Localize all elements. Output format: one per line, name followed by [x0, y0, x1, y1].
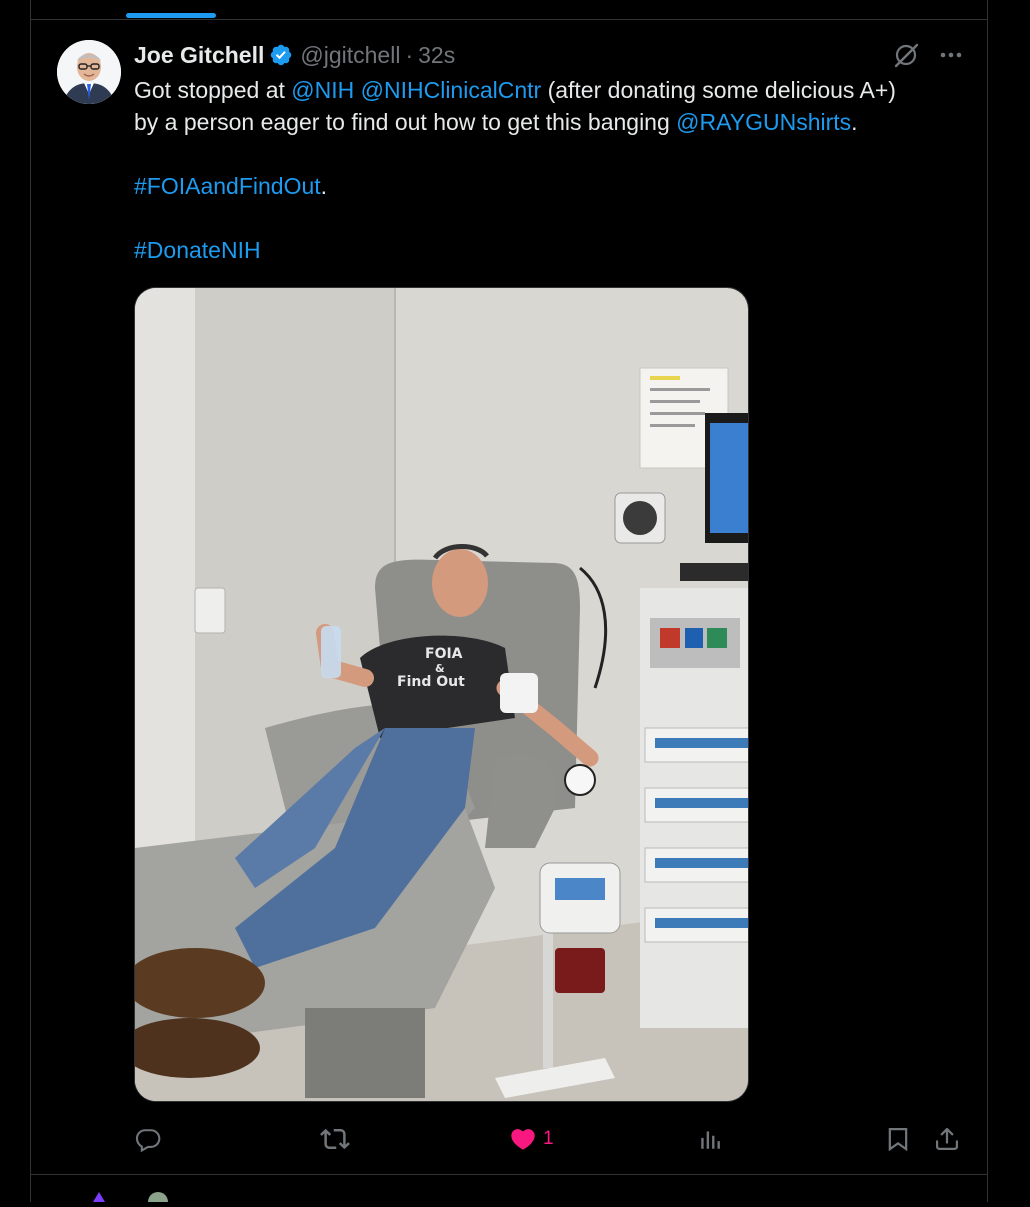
more-icon[interactable] [938, 42, 964, 68]
retweet-button[interactable] [320, 1121, 350, 1157]
author-name[interactable]: Joe Gitchell [134, 42, 264, 69]
next-tweet-avatars [83, 1186, 203, 1207]
tweet-header: Joe Gitchell @jgitchell · 32s [134, 40, 964, 70]
shirt-text-line-1: FOIA [425, 646, 463, 662]
tweet-body: Joe Gitchell @jgitchell · 32s Got stoppe… [134, 40, 964, 266]
author-handle[interactable]: @jgitchell [300, 42, 400, 69]
tweet-text-line-4: #DonateNIH [134, 234, 964, 266]
tweet-text: Got stopped at @NIH @NIHClinicalCntr (af… [134, 74, 964, 266]
tweet[interactable]: Joe Gitchell @jgitchell · 32s Got stoppe… [31, 21, 987, 1175]
avatar[interactable] [57, 40, 121, 104]
timeline-tab-strip [31, 0, 987, 20]
active-tab-indicator [126, 13, 216, 18]
mention-nih[interactable]: @NIH [291, 77, 354, 103]
mention-nih-clinical-cntr[interactable]: @NIHClinicalCntr [361, 77, 542, 103]
avatar-photo [57, 40, 121, 104]
like-button[interactable]: 1 [509, 1121, 554, 1157]
reply-button[interactable] [134, 1121, 162, 1157]
bookmark-button[interactable] [884, 1121, 912, 1157]
tweet-text-line-2: by a person eager to find out how to get… [134, 106, 964, 138]
mention-raygunshirts[interactable]: @RAYGUNshirts [676, 109, 851, 135]
timeline-column: Joe Gitchell @jgitchell · 32s Got stoppe… [30, 0, 988, 1207]
grok-icon[interactable] [892, 41, 920, 69]
like-count: 1 [543, 1128, 554, 1149]
text-segment: Got stopped at [134, 77, 292, 103]
shirt-text-line-3: Find Out [397, 674, 465, 690]
bookmark-icon [888, 1127, 908, 1152]
hashtag-donatenih[interactable]: #DonateNIH [134, 237, 261, 263]
tweet-actions: 1 [134, 1121, 964, 1157]
separator-dot: · [405, 41, 414, 68]
text-segment: . [320, 173, 328, 199]
verified-badge-icon[interactable] [269, 43, 293, 67]
share-button[interactable] [933, 1121, 961, 1157]
partial-avatar-icon [93, 1192, 168, 1207]
retweet-icon [320, 1128, 350, 1150]
text-segment: (after donating some delicious A+) [541, 77, 896, 103]
tweet-text-line-3: #FOIAandFindOut. [134, 170, 964, 202]
tweet-text-line-1: Got stopped at @NIH @NIHClinicalCntr (af… [134, 74, 964, 106]
share-icon [935, 1127, 959, 1151]
heart-filled-icon [511, 1129, 535, 1150]
text-segment: by a person eager to find out how to get… [134, 109, 677, 135]
bar-chart-icon [701, 1131, 720, 1149]
blood-donation-photo: FOIA & Find Out [135, 288, 748, 1101]
text-segment: . [851, 109, 858, 135]
tweet-photo[interactable]: FOIA & Find Out [134, 287, 749, 1102]
reply-icon [135, 1129, 161, 1153]
tweet-header-actions [892, 40, 964, 70]
tweet-timestamp[interactable]: 32s [418, 42, 455, 69]
views-button[interactable] [698, 1121, 724, 1157]
hashtag-foiaandfindout[interactable]: #FOIAandFindOut [134, 173, 321, 199]
